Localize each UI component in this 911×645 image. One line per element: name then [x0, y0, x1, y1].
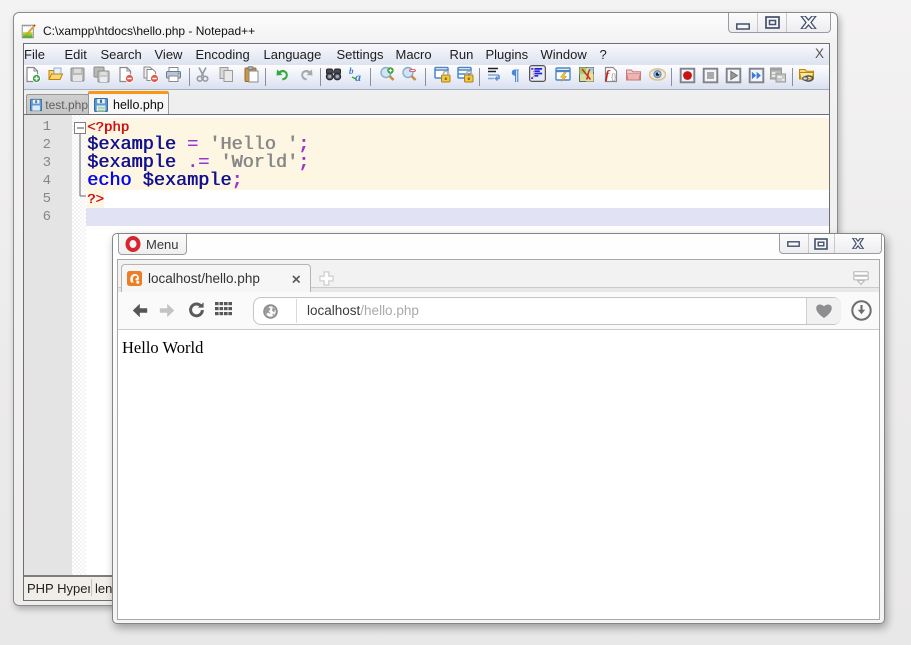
svg-text:¶: ¶ — [511, 67, 520, 83]
svg-text:a: a — [355, 70, 361, 83]
svg-text:{}: {} — [611, 73, 617, 82]
svg-text:b: b — [349, 66, 354, 76]
